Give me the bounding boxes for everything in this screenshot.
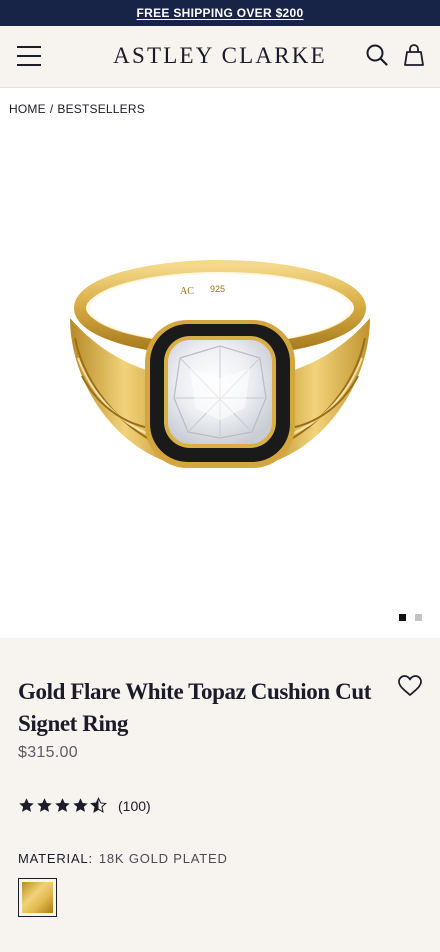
engraving-925: 925	[210, 284, 225, 294]
breadcrumb-bestsellers[interactable]: BESTSELLERS	[57, 102, 145, 116]
product-rating[interactable]: (100)	[18, 797, 151, 814]
breadcrumb-separator: /	[49, 102, 54, 116]
rating-stars	[18, 797, 107, 814]
product-price: $315.00	[18, 744, 78, 761]
product-gallery[interactable]: HOME / BESTSELLERS AC 925	[0, 88, 440, 638]
search-icon[interactable]	[366, 44, 388, 66]
product-ring-image[interactable]: AC 925	[40, 228, 400, 518]
free-shipping-link[interactable]: FREE SHIPPING OVER $200	[137, 6, 304, 20]
breadcrumb-home[interactable]: HOME	[9, 102, 46, 116]
product-title: Gold Flare White Topaz Cushion Cut Signe…	[18, 679, 371, 736]
gallery-pagination	[399, 614, 422, 621]
half-star-icon	[90, 797, 107, 813]
material-value: 18K GOLD PLATED	[98, 851, 228, 866]
gallery-dot-2[interactable]	[415, 614, 422, 621]
site-header: ASTLEY CLARKE	[0, 26, 440, 88]
engraving-mark: AC	[180, 286, 194, 297]
product-info: Gold Flare White Topaz Cushion Cut Signe…	[0, 638, 440, 952]
star-icon	[73, 798, 88, 812]
heart-icon[interactable]	[397, 674, 423, 698]
star-icon	[55, 798, 70, 812]
gallery-dot-1[interactable]	[399, 614, 406, 621]
promo-banner: FREE SHIPPING OVER $200	[0, 0, 440, 26]
material-label: MATERIAL:	[18, 851, 93, 866]
material-selector-label: MATERIAL: 18K GOLD PLATED	[18, 851, 228, 866]
review-count[interactable]: (100)	[118, 798, 151, 814]
shopping-bag-icon[interactable]	[403, 43, 425, 67]
gold-material-swatch[interactable]	[18, 878, 57, 917]
star-icon	[37, 798, 52, 812]
breadcrumb: HOME / BESTSELLERS	[9, 102, 145, 116]
star-icon	[19, 798, 34, 812]
